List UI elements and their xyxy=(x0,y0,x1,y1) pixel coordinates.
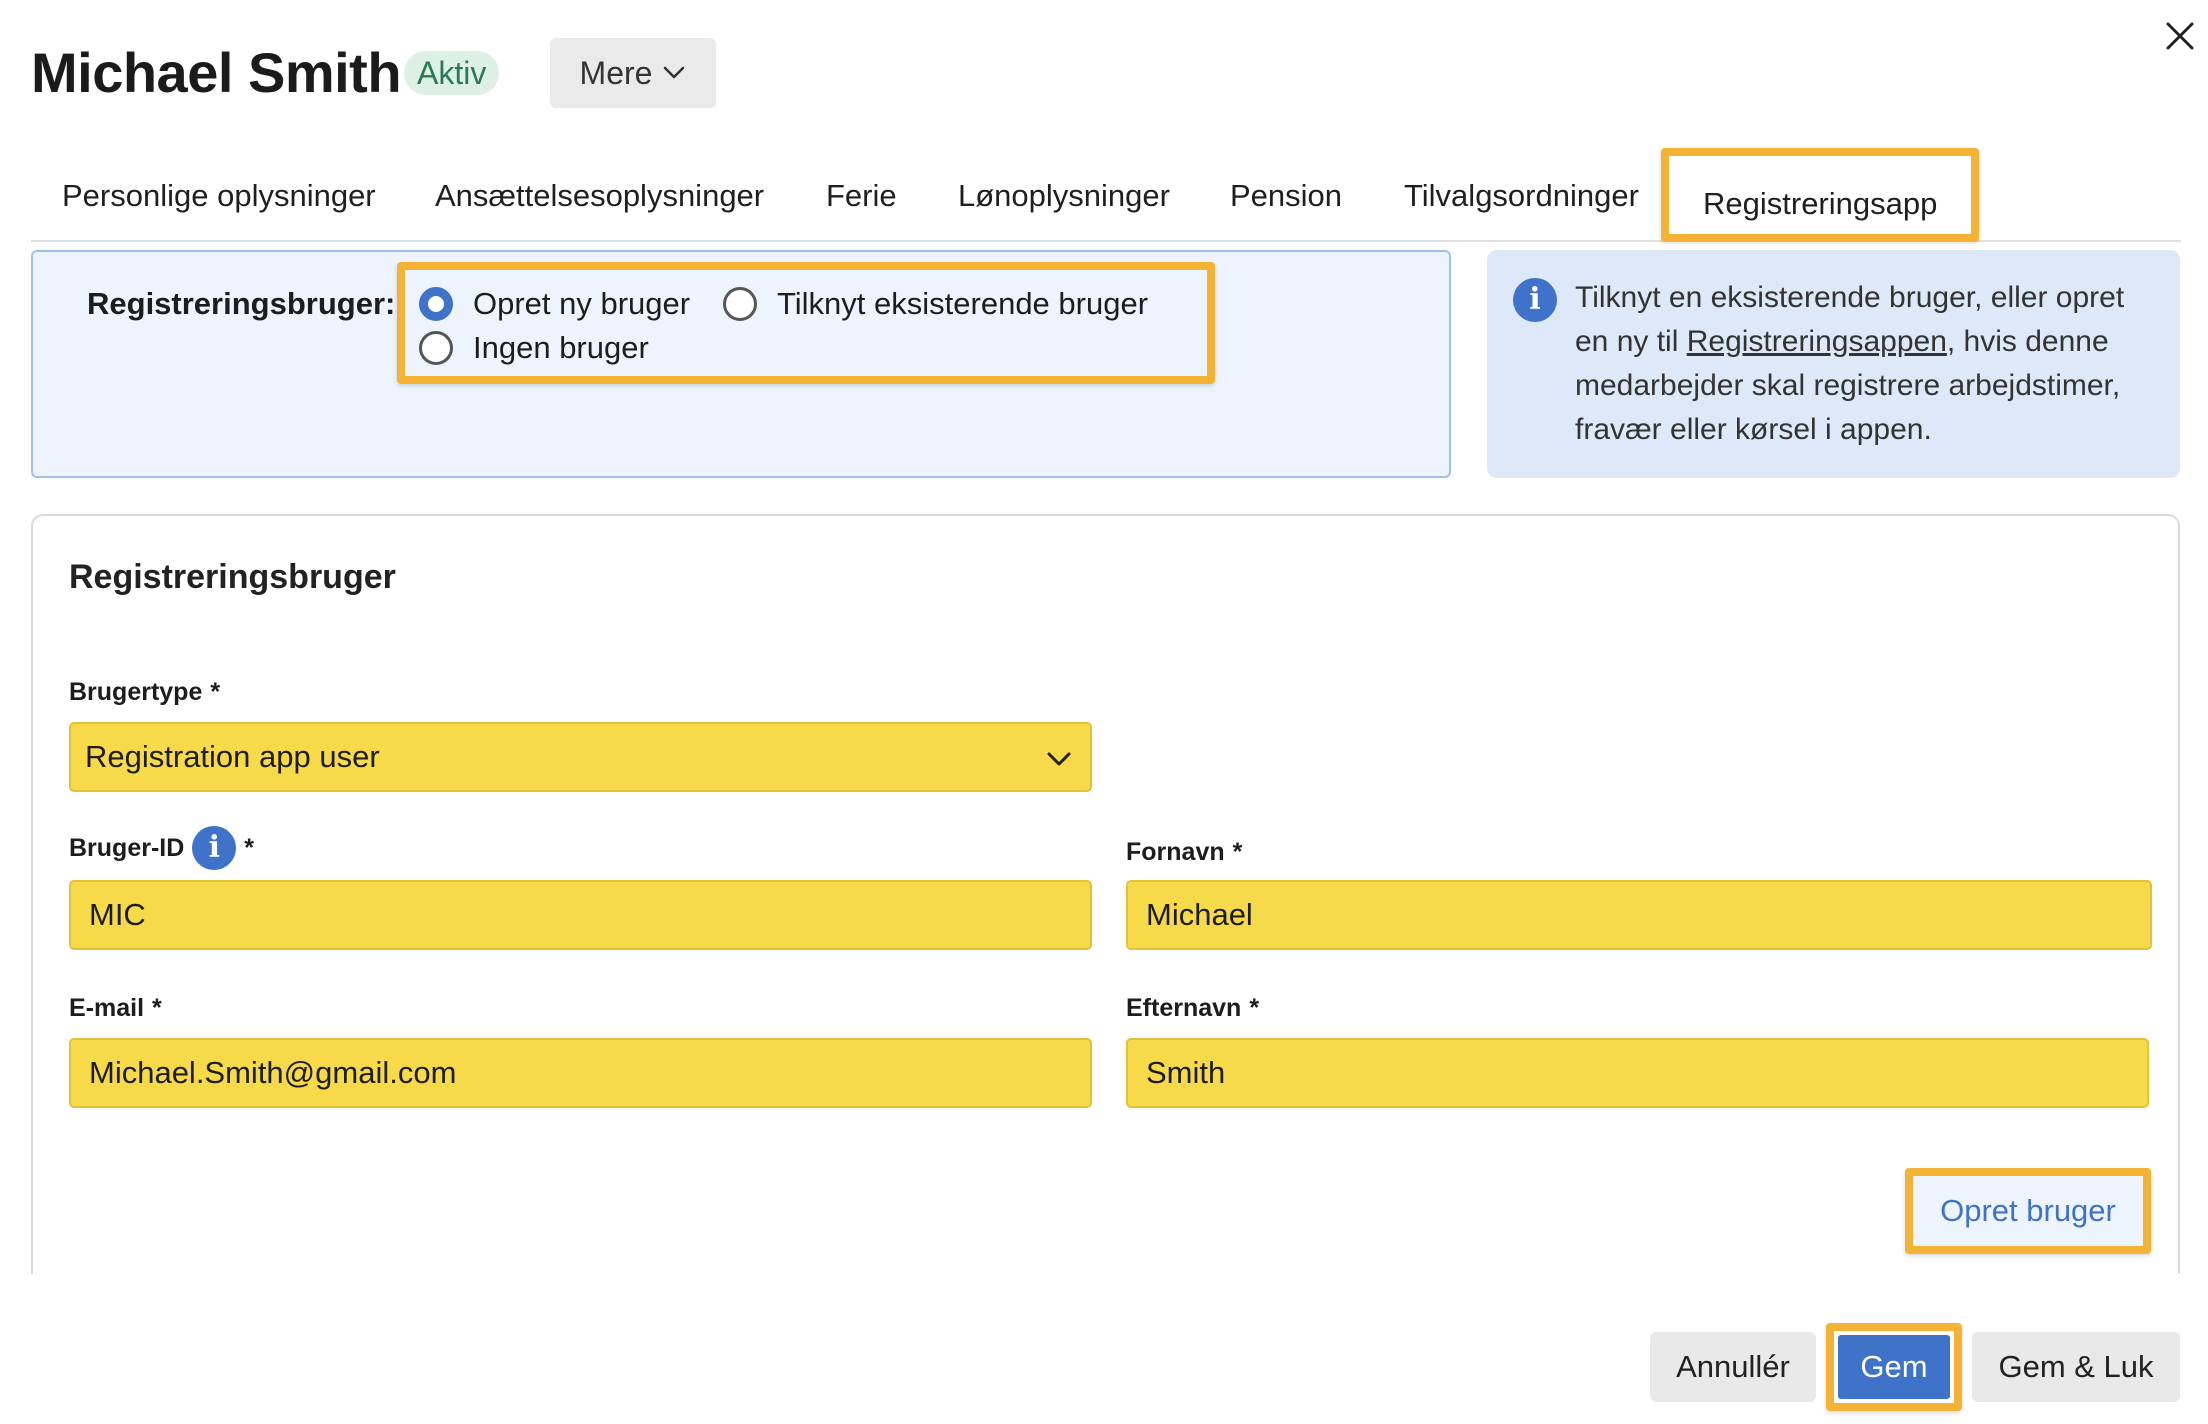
required-marker: * xyxy=(1232,838,1243,866)
registration-app-link[interactable]: Registreringsappen xyxy=(1687,325,1947,358)
info-icon: i xyxy=(1513,278,1557,322)
required-marker: * xyxy=(244,833,255,862)
radio-unchecked-icon xyxy=(723,287,757,321)
radio-label: Opret ny bruger xyxy=(473,286,691,321)
more-button[interactable]: Mere xyxy=(550,38,716,108)
label-text: Brugertype xyxy=(69,678,203,706)
create-user-button[interactable]: Opret bruger xyxy=(1905,1168,2151,1254)
tab-optional-schemes[interactable]: Tilvalgsordninger xyxy=(1404,178,1639,214)
info-text: Tilknyt en eksisterende bruger, eller op… xyxy=(1575,276,2165,452)
tab-vacation[interactable]: Ferie xyxy=(826,178,897,214)
last-name-label: Efternavn * xyxy=(1126,994,1259,1023)
required-marker: * xyxy=(152,994,162,1022)
more-button-label: Mere xyxy=(579,54,653,91)
radio-label: Ingen bruger xyxy=(473,330,649,365)
tab-employment-info[interactable]: Ansættelsesoplysninger xyxy=(435,178,764,214)
label-text: Bruger-ID xyxy=(69,833,185,862)
tab-personal-info[interactable]: Personlige oplysninger xyxy=(62,178,376,214)
radio-label: Tilknyt eksisterende bruger xyxy=(777,286,1149,321)
radio-checked-icon xyxy=(419,287,453,321)
radio-no-user[interactable]: Ingen bruger xyxy=(419,330,649,366)
tab-salary-info[interactable]: Lønoplysninger xyxy=(958,178,1170,214)
chevron-down-icon xyxy=(664,66,685,79)
tab-pension[interactable]: Pension xyxy=(1230,178,1342,214)
chevron-down-icon xyxy=(1047,752,1071,766)
user-type-value: Registration app user xyxy=(85,739,380,774)
registration-user-choice-panel: Registreringsbruger: Opret ny bruger Til… xyxy=(31,250,1451,478)
first-name-label: Fornavn * xyxy=(1126,838,1242,867)
email-label: E-mail * xyxy=(69,994,162,1023)
save-and-close-button[interactable]: Gem & Luk xyxy=(1972,1332,2180,1402)
info-icon[interactable]: i xyxy=(192,826,237,870)
radio-link-existing-user[interactable]: Tilknyt eksisterende bruger xyxy=(723,286,1148,322)
first-name-input[interactable]: Michael xyxy=(1126,880,2152,950)
label-text: E-mail xyxy=(69,994,145,1022)
tab-registration-app[interactable]: Registreringsapp xyxy=(1661,148,1980,242)
form-title: Registreringsbruger xyxy=(69,558,396,596)
required-marker: * xyxy=(210,678,221,706)
last-name-input[interactable]: Smith xyxy=(1126,1038,2149,1108)
registration-user-form: Registreringsbruger Brugertype * Registr… xyxy=(31,514,2180,1274)
radio-create-new-user[interactable]: Opret ny bruger xyxy=(419,286,690,322)
label-text: Efternavn xyxy=(1126,994,1242,1022)
required-marker: * xyxy=(1249,994,1260,1022)
radio-unchecked-icon xyxy=(419,331,453,365)
user-id-input[interactable]: MIC xyxy=(69,880,1092,950)
registration-user-choice-label: Registreringsbruger: xyxy=(87,286,396,321)
save-button[interactable]: Gem xyxy=(1838,1335,1950,1399)
page-title: Michael Smith xyxy=(31,41,402,104)
save-button-highlight: Gem xyxy=(1826,1323,1962,1411)
user-type-label: Brugertype * xyxy=(69,678,220,707)
email-input[interactable]: Michael.Smith@gmail.com xyxy=(69,1038,1092,1108)
label-text: Fornavn xyxy=(1126,838,1225,866)
close-icon[interactable] xyxy=(2162,18,2198,54)
user-id-label: Bruger-ID i * xyxy=(69,826,254,870)
user-type-select[interactable]: Registration app user xyxy=(69,722,1092,792)
cancel-button[interactable]: Annullér xyxy=(1650,1332,1816,1402)
tab-bar: Personlige oplysninger Ansættelsesoplysn… xyxy=(31,148,2181,242)
info-panel: i Tilknyt en eksisterende bruger, eller … xyxy=(1487,250,2180,478)
status-badge: Aktiv xyxy=(404,51,500,95)
